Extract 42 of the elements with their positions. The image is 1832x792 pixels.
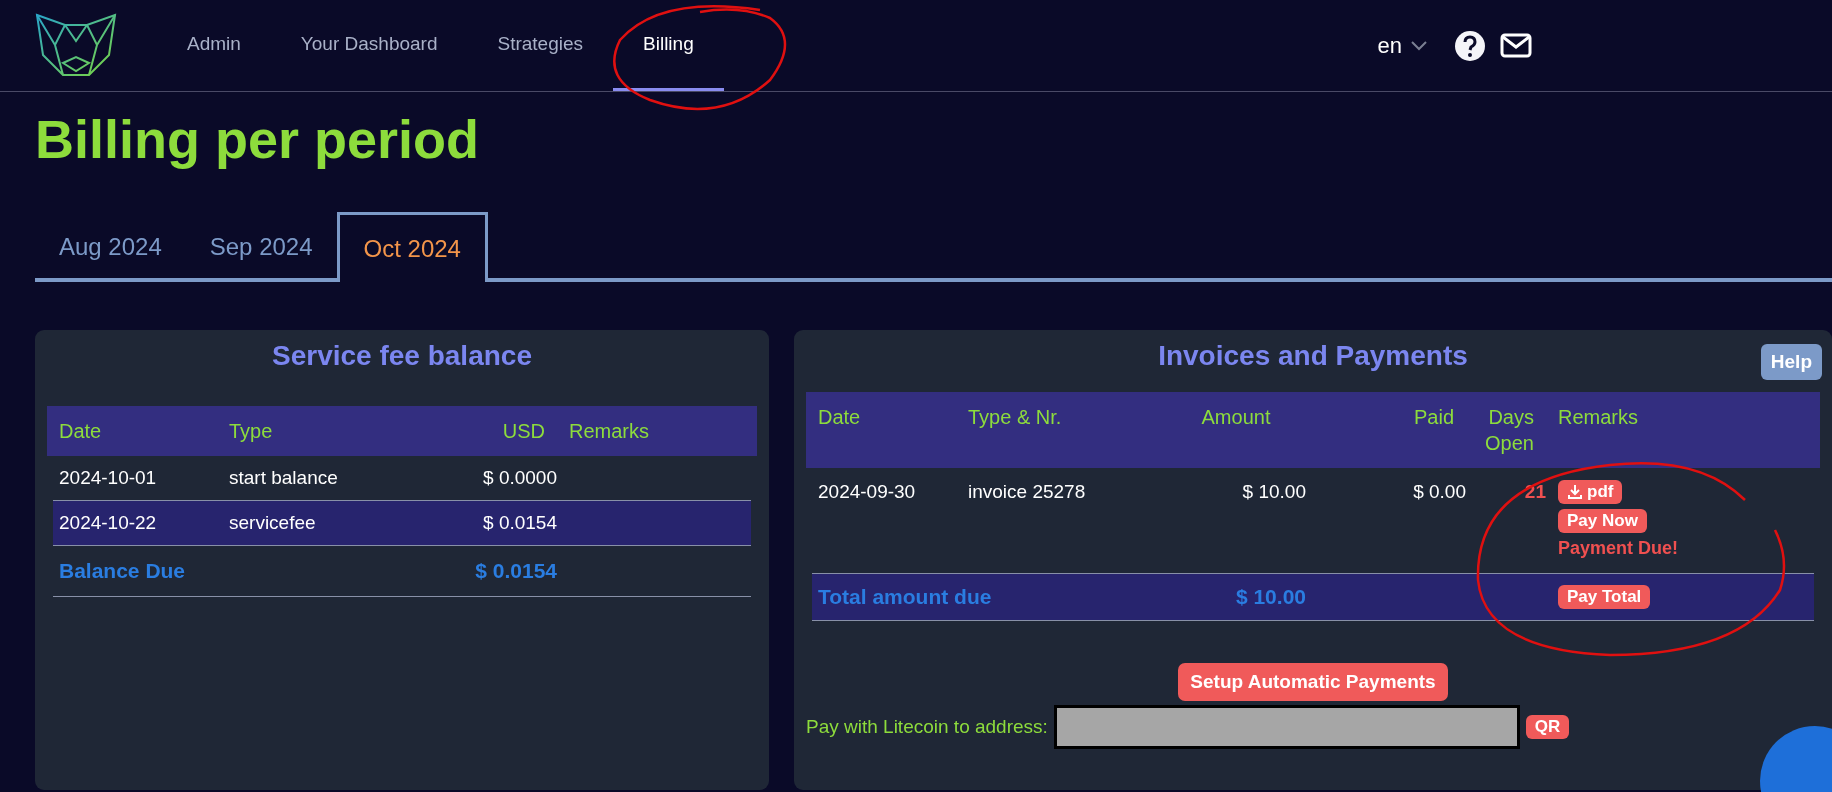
total-amount: $ 10.00 <box>1234 584 1307 610</box>
payment-due-text: Payment Due! <box>1558 538 1679 559</box>
total-amount: $ 0.0154 <box>474 558 558 584</box>
column-header: Remarks <box>1557 405 1639 430</box>
column-header: Date <box>817 405 862 430</box>
days-open: 21 <box>1523 480 1547 504</box>
total-label: Balance Due <box>58 558 187 584</box>
column-header: Amount <box>1200 405 1272 430</box>
table-cell-text: $ 0.0154 <box>482 511 558 535</box>
table-cell-text: 2024-10-22 <box>58 511 158 535</box>
download-icon <box>1567 484 1583 500</box>
nav-link[interactable]: Billing <box>613 0 724 91</box>
column-header: Type & Nr. <box>967 405 1063 430</box>
column-header: Type <box>228 419 274 444</box>
table-cell-text: 2024-09-30 <box>817 480 917 504</box>
language-select[interactable]: en <box>1377 32 1440 59</box>
column-header: USD <box>501 419 546 444</box>
table-cell-text: 2024-10-01 <box>58 466 158 490</box>
litecoin-label: Pay with Litecoin to address: <box>806 716 1048 738</box>
help-icon[interactable] <box>1454 29 1486 62</box>
chevron-down-icon <box>1410 39 1428 52</box>
page-title: Billing per period <box>35 108 481 171</box>
table-cell-text: start balance <box>228 466 339 490</box>
period-tab[interactable]: Oct 2024 <box>336 212 488 282</box>
column-header: Date <box>58 419 103 444</box>
column-header: Remarks <box>568 419 650 444</box>
nav-link[interactable]: Your Dashboard <box>270 0 468 91</box>
panel-title: Service fee balance <box>272 339 532 373</box>
mail-icon[interactable] <box>1500 32 1532 59</box>
period-tab[interactable]: Aug 2024 <box>35 216 186 278</box>
table-cell-text: servicefee <box>228 511 317 535</box>
column-header: Paid <box>1412 405 1455 430</box>
period-tab[interactable]: Sep 2024 <box>185 216 337 278</box>
panel-title: Invoices and Payments <box>1158 339 1468 373</box>
table-cell-text: $ 10.00 <box>1241 480 1307 504</box>
column-header: Days Open <box>1484 405 1535 456</box>
table-cell-text: $ 0.0000 <box>482 466 558 490</box>
table-cell-text: invoice 25278 <box>967 480 1087 504</box>
table-cell-text: $ 0.00 <box>1412 480 1467 504</box>
total-label: Total amount due <box>817 584 993 610</box>
nav-link[interactable]: Strategies <box>467 0 614 91</box>
nav-link[interactable]: Admin <box>157 0 271 91</box>
